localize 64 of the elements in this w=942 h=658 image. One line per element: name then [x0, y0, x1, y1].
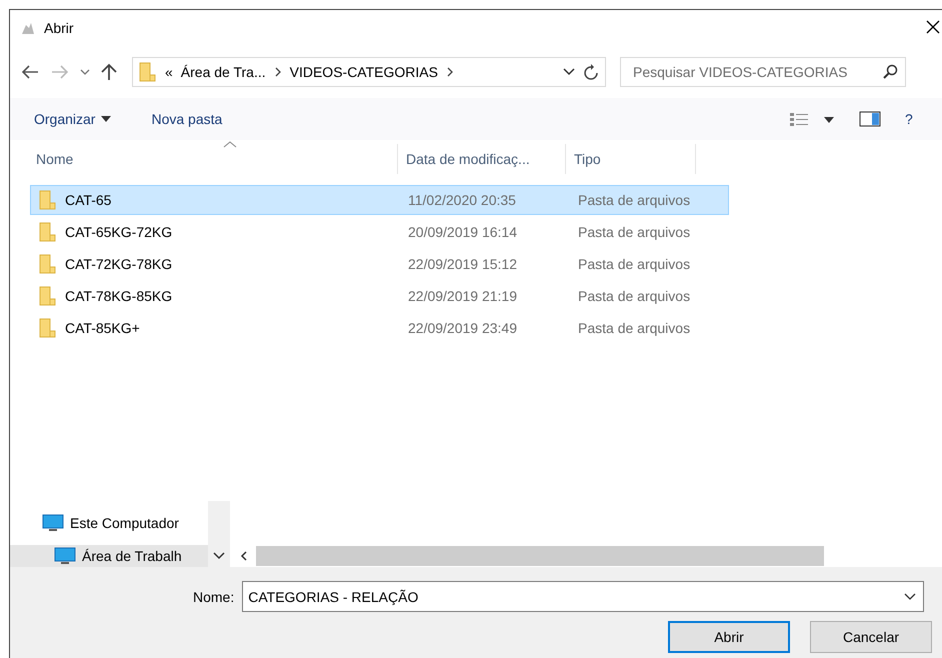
search-icon[interactable]	[882, 64, 898, 80]
date-cell-text: 22/09/2019 21:19	[407, 288, 518, 304]
file-name: CAT-65KG-72KG	[65, 224, 172, 240]
type-cell-text: Pasta de arquivos	[577, 320, 692, 336]
type-cell-text: Pasta de arquivos	[577, 256, 692, 272]
type-cell-text: Pasta de arquivos	[577, 224, 692, 240]
file-row[interactable]: CAT-65 11/02/2020 20:35 Pasta de arquivos	[30, 185, 729, 215]
file-row[interactable]: CAT-72KG-78KG 22/09/2019 15:12 Pasta de arquivos	[30, 249, 729, 279]
folder-icon	[139, 61, 157, 83]
breadcrumb[interactable]: VIDEOS-CATEGORIAS	[290, 64, 438, 80]
nav-item[interactable]: Área de Trabalh	[10, 545, 208, 567]
caret-icon[interactable]	[101, 116, 112, 122]
breadcrumb[interactable]: Área de Tra...	[180, 64, 266, 80]
address-bar[interactable]: « Área de Tra... VIDEOS-CATEGORIAS	[132, 57, 606, 87]
filename-label: Nome:	[193, 588, 234, 604]
date-cell-text: 20/09/2019 16:14	[407, 224, 518, 240]
window-title: Abrir	[44, 20, 74, 36]
date-cell-text: 11/02/2020 20:35	[407, 192, 517, 208]
close-icon[interactable]	[925, 19, 941, 35]
dialog-button[interactable]: Cancelar	[810, 621, 932, 653]
folder-icon	[39, 221, 57, 243]
scrollbar-thumb[interactable]	[256, 546, 824, 566]
recent-dropdown[interactable]	[80, 68, 90, 76]
view-options-icon[interactable]	[789, 111, 835, 127]
date-cell-text: 22/09/2019 23:49	[407, 320, 518, 336]
folder-icon	[39, 317, 57, 339]
nav-label: Área de Trabalh	[82, 548, 182, 564]
file-name: CAT-78KG-85KG	[65, 288, 172, 304]
file-row[interactable]: CAT-78KG-85KG 22/09/2019 21:19 Pasta de arquivos	[30, 281, 729, 311]
file-row[interactable]: CAT-85KG+ 22/09/2019 23:49 Pasta de arquivos	[30, 313, 729, 343]
column-header[interactable]: Data de modificaç...	[398, 144, 566, 174]
file-row[interactable]: CAT-65KG-72KG 20/09/2019 16:14 Pasta de arquivos	[30, 217, 729, 247]
refresh-icon[interactable]	[583, 63, 599, 81]
nav-item[interactable]: Este Computador	[10, 501, 208, 545]
search-field[interactable]: Pesquisar VIDEOS-CATEGORIAS	[620, 57, 906, 87]
help-button[interactable]: ?	[905, 107, 929, 131]
chevron-icon[interactable]	[446, 66, 454, 78]
new-folder-button[interactable]: Nova pasta	[151, 111, 222, 127]
nav-label: Este Computador	[70, 515, 179, 531]
up-button[interactable]	[100, 63, 118, 81]
folder-icon	[39, 285, 57, 307]
type-cell-text: Pasta de arquivos	[577, 288, 692, 304]
folder-icon	[39, 253, 57, 275]
file-name: CAT-65	[65, 192, 112, 208]
back-button[interactable]	[20, 64, 40, 80]
filename-field[interactable]: CATEGORIAS - RELAÇÃO	[242, 581, 924, 612]
column-header[interactable]: Nome	[28, 144, 398, 174]
monitor-icon	[42, 514, 64, 532]
type-cell-text: Pasta de arquivos	[577, 192, 692, 208]
preview-pane-icon[interactable]	[859, 111, 881, 127]
column-header[interactable]: Tipo	[566, 144, 696, 174]
file-name: CAT-72KG-78KG	[65, 256, 172, 272]
organize-menu[interactable]: Organizar	[34, 111, 112, 127]
dialog-button[interactable]: Abrir	[668, 621, 790, 653]
dropdown-icon[interactable]	[904, 593, 916, 601]
dropdown-icon[interactable]	[563, 68, 575, 76]
folder-icon	[39, 189, 57, 211]
chevron-down-icon[interactable]	[213, 552, 225, 560]
chevron-icon[interactable]	[274, 66, 282, 78]
monitor-icon	[54, 547, 76, 565]
scroll-left-icon[interactable]	[240, 550, 248, 562]
overflow-mark[interactable]: «	[165, 64, 173, 80]
date-cell-text: 22/09/2019 15:12	[407, 256, 518, 272]
file-name: CAT-85KG+	[65, 320, 140, 336]
